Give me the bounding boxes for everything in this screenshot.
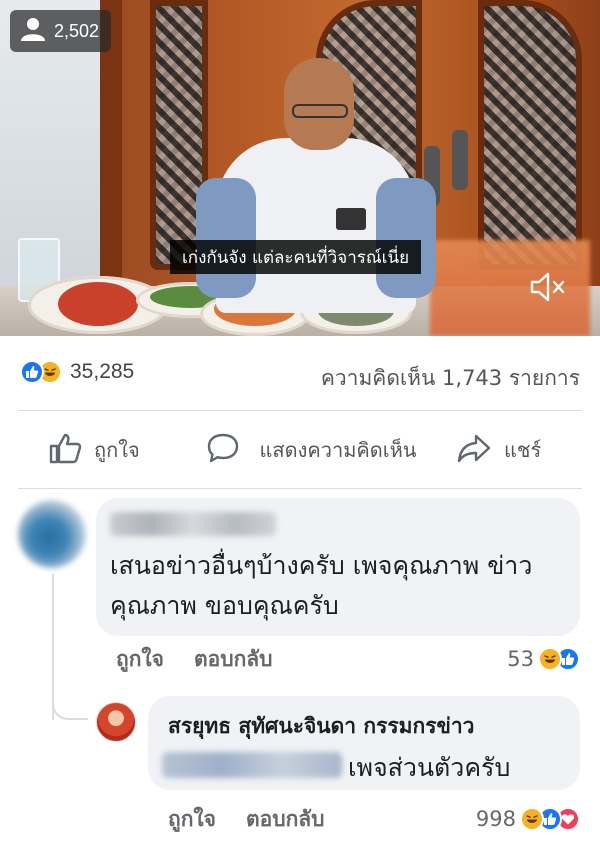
comment-bubble-icon xyxy=(206,432,240,469)
comment-count-link[interactable]: ความคิดเห็น 1,743 รายการ xyxy=(321,362,580,395)
share-button[interactable]: แชร์ xyxy=(456,414,541,486)
video-scene-door-glass xyxy=(478,0,582,270)
comment-button-label: แสดงความคิดเห็น xyxy=(259,438,417,462)
divider xyxy=(18,488,582,489)
comment-reply-button[interactable]: ตอบกลับ xyxy=(194,643,273,676)
reply-reactions[interactable]: 998 xyxy=(476,807,580,831)
comment-button[interactable]: แสดงความคิดเห็น xyxy=(206,414,426,486)
video-presenter-sleeve xyxy=(196,178,256,298)
reply-like-button[interactable]: ถูกใจ xyxy=(168,803,216,836)
divider xyxy=(18,410,582,411)
mute-icon[interactable] xyxy=(528,270,568,304)
reply-mention-blurred[interactable] xyxy=(162,752,342,778)
reply-thread-connector xyxy=(52,690,88,720)
reaction-summary[interactable]: 35,285 xyxy=(20,360,134,384)
comment-reactions[interactable]: 53 xyxy=(507,647,580,671)
comment-actions: ถูกใจ ตอบกลับ 53 xyxy=(116,644,580,674)
reply-bubble: สรยุทธ สุทัศนะจินดา กรรมกรข่าว เพจส่วนตั… xyxy=(148,696,580,790)
video-scene-door-handle xyxy=(452,130,468,190)
commenter-name-blurred[interactable] xyxy=(110,512,276,536)
share-button-label: แชร์ xyxy=(504,438,542,462)
comment-text: เสนอข่าวอื่นๆบ้างครับ เพจคุณภาพ ข่าวคุณภ… xyxy=(110,551,533,620)
haha-reaction-icon xyxy=(520,807,544,831)
reply-author-name[interactable]: สรยุทธ สุทัศนะจินดา กรรมกรข่าว xyxy=(168,710,474,743)
comment-bubble: เสนอข่าวอื่นๆบ้างครับ เพจคุณภาพ ข่าวคุณภ… xyxy=(96,498,580,636)
video-presenter-sleeve xyxy=(376,178,436,298)
like-reaction-icon xyxy=(20,360,44,384)
post-stats-bar: 35,285 ความคิดเห็น 1,743 รายการ xyxy=(0,352,600,396)
haha-reaction-icon xyxy=(538,647,562,671)
thumbs-up-icon xyxy=(48,432,82,469)
viewer-count: 2,502 xyxy=(54,20,100,41)
video-presenter-glasses xyxy=(292,104,348,118)
live-video-player[interactable]: 2,502 เก่งกันจัง แต่ละคนที่วิจารณ์เนี่ย xyxy=(0,0,600,336)
comment-reaction-count: 53 xyxy=(507,647,534,671)
live-viewer-badge: 2,502 xyxy=(10,10,112,52)
share-arrow-icon xyxy=(456,432,492,469)
post-action-bar: ถูกใจ แสดงความคิดเห็น แชร์ xyxy=(0,414,600,486)
reply-text: เพจส่วนตัวครับ xyxy=(348,753,511,782)
video-scene-crab xyxy=(58,282,138,326)
reply-author-avatar[interactable] xyxy=(96,702,136,742)
like-button-label: ถูกใจ xyxy=(94,438,140,462)
person-icon xyxy=(20,17,46,45)
like-button[interactable]: ถูกใจ xyxy=(48,414,140,486)
reply-actions: ถูกใจ ตอบกลับ 998 xyxy=(168,804,580,834)
reply-reply-button[interactable]: ตอบกลับ xyxy=(246,803,325,836)
video-presenter-phone xyxy=(336,208,366,230)
commenter-avatar-blurred[interactable] xyxy=(18,500,86,568)
video-subtitle: เก่งกันจัง แต่ละคนที่วิจารณ์เนี่ย xyxy=(170,240,422,274)
comment-like-button[interactable]: ถูกใจ xyxy=(116,643,164,676)
reaction-count: 35,285 xyxy=(70,360,135,383)
reply-reaction-count: 998 xyxy=(475,807,516,831)
